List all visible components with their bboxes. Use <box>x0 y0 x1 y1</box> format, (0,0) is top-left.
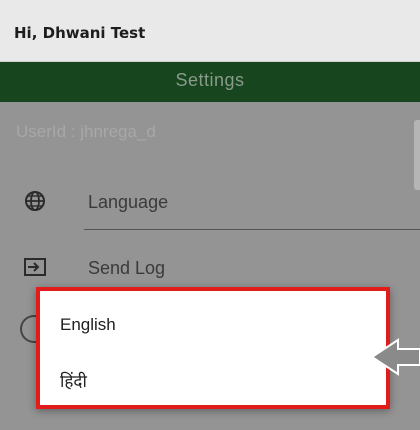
userid-text: UserId : jhnrega_d <box>16 122 156 141</box>
language-underline <box>84 229 420 230</box>
page-title: Settings <box>175 70 245 90</box>
language-dialog: English हिंदी <box>36 287 390 409</box>
greeting-text: Hi, Dhwani Test <box>14 24 146 42</box>
language-option-hindi[interactable]: हिंदी <box>60 369 87 392</box>
settings-header: Settings <box>0 62 420 102</box>
scrollbar[interactable] <box>414 120 420 190</box>
greeting-bar: Hi, Dhwani Test <box>0 0 420 62</box>
language-option-english[interactable]: English <box>60 315 116 335</box>
send-log-icon <box>24 258 46 276</box>
globe-icon <box>25 191 45 211</box>
language-item-label[interactable]: Language <box>88 192 168 213</box>
send-log-item-label[interactable]: Send Log <box>88 258 165 279</box>
pointer-arrow-icon <box>372 338 420 376</box>
